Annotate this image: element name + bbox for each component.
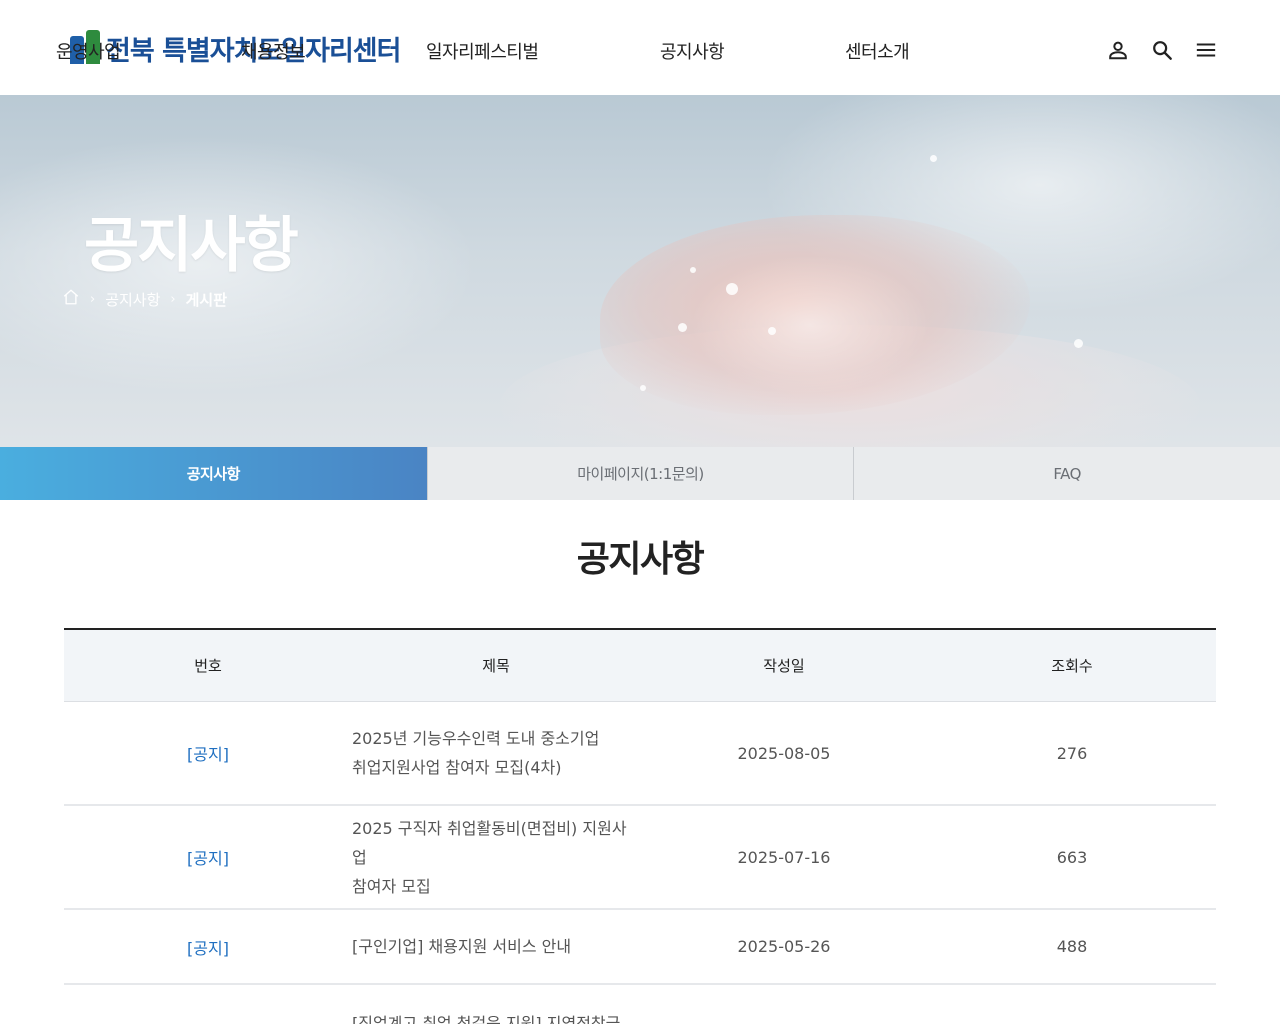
site-header: 전북 특별자치도일자리센터 운영사업 채용정보 일자리페스티벌 공지사항 센터소… <box>0 0 1280 95</box>
menu-icon[interactable] <box>1194 38 1218 62</box>
row-views: 276 <box>1056 743 1088 763</box>
hero-glow <box>690 255 930 395</box>
row-number: [공지] <box>187 849 229 868</box>
tab-notice[interactable]: 공지사항 <box>0 447 427 500</box>
row-title-link[interactable]: [직업계고 취업 첫걸음 지원] 지역정착금 <box>352 1009 640 1024</box>
row-title-line: [구인기업] 채용지원 서비스 안내 <box>352 937 572 956</box>
tab-mypage-inquiry[interactable]: 마이페이지(1:1문의) <box>426 447 854 500</box>
row-date: 2025-07-16 <box>737 847 831 867</box>
table-row[interactable]: [공지] [구인기업] 채용지원 서비스 안내 2025-05-26 488 <box>64 910 1216 985</box>
row-title-line: 2025년 기능우수인력 도내 중소기업 <box>352 729 600 748</box>
row-views: 488 <box>1056 937 1088 956</box>
table-row[interactable]: [공지] 2025년 기능우수인력 도내 중소기업 취업지원사업 참여자 모집(… <box>64 702 1216 806</box>
row-number: [공지] <box>187 938 229 958</box>
nav-item-operation[interactable]: 운영사업 <box>56 38 121 64</box>
page-title: 공지사항 <box>576 539 705 580</box>
hero-sparkle <box>930 155 937 162</box>
breadcrumb: › 공지사항 › 게시판 <box>62 288 227 310</box>
utility-menu <box>1106 38 1218 62</box>
search-icon[interactable] <box>1150 38 1174 62</box>
hero-sparkle <box>726 283 738 295</box>
row-title-line: [직업계고 취업 첫걸음 지원] 지역정착금 <box>352 1014 621 1024</box>
hero-sparkle <box>678 323 687 332</box>
column-header-date: 작성일 <box>763 657 805 675</box>
main-navigation: 운영사업 채용정보 일자리페스티벌 공지사항 센터소개 <box>0 38 1000 68</box>
table-row[interactable]: [직업계고 취업 첫걸음 지원] 지역정착금 <box>64 985 1216 1024</box>
tab-faq[interactable]: FAQ <box>853 447 1280 500</box>
row-title-line: 참여자 모집 <box>352 876 431 896</box>
table-row[interactable]: [공지] 2025 구직자 취업활동비(면접비) 지원사업 참여자 모집 202… <box>64 806 1216 910</box>
row-title-line: 취업지원사업 참여자 모집(4차) <box>352 758 562 777</box>
row-date: 2025-08-05 <box>737 743 831 763</box>
row-views: 663 <box>1056 847 1088 867</box>
breadcrumb-current: 게시판 <box>185 290 228 309</box>
hero-sparkle <box>768 327 776 335</box>
row-title-link[interactable]: [구인기업] 채용지원 서비스 안내 <box>352 932 640 961</box>
breadcrumb-item[interactable]: 공지사항 <box>105 289 160 310</box>
hero-sparkle <box>1074 339 1083 348</box>
row-date: 2025-05-26 <box>737 937 831 956</box>
table-header: 번호 제목 작성일 조회수 <box>64 630 1216 702</box>
nav-item-notice[interactable]: 공지사항 <box>660 38 725 64</box>
notice-table: 번호 제목 작성일 조회수 [공지] 2025년 기능우수인력 도내 중소기업 … <box>64 628 1216 1024</box>
hero-sparkle <box>640 385 646 391</box>
nav-item-festival[interactable]: 일자리페스티벌 <box>426 38 539 64</box>
nav-item-jobs[interactable]: 채용정보 <box>241 38 306 64</box>
nav-item-about[interactable]: 센터소개 <box>845 38 910 64</box>
column-header-views: 조회수 <box>1051 657 1093 675</box>
row-title-line: 2025 구직자 취업활동비(면접비) 지원사업 <box>352 818 627 867</box>
home-icon[interactable] <box>62 288 80 310</box>
row-title-link[interactable]: 2025 구직자 취업활동비(면접비) 지원사업 참여자 모집 <box>352 814 640 901</box>
chevron-right-icon: › <box>170 291 176 307</box>
chevron-right-icon: › <box>90 291 96 307</box>
column-header-number: 번호 <box>194 657 222 675</box>
sub-tabs: 공지사항 마이페이지(1:1문의) FAQ <box>0 447 1280 500</box>
user-icon[interactable] <box>1106 38 1130 62</box>
row-number: [공지] <box>187 745 229 764</box>
hero-title: 공지사항 <box>84 211 299 281</box>
row-title-link[interactable]: 2025년 기능우수인력 도내 중소기업 취업지원사업 참여자 모집(4차) <box>352 724 640 782</box>
hero-banner: 공지사항 › 공지사항 › 게시판 <box>0 95 1280 447</box>
column-header-title: 제목 <box>482 657 510 675</box>
hero-sparkle <box>690 267 696 273</box>
